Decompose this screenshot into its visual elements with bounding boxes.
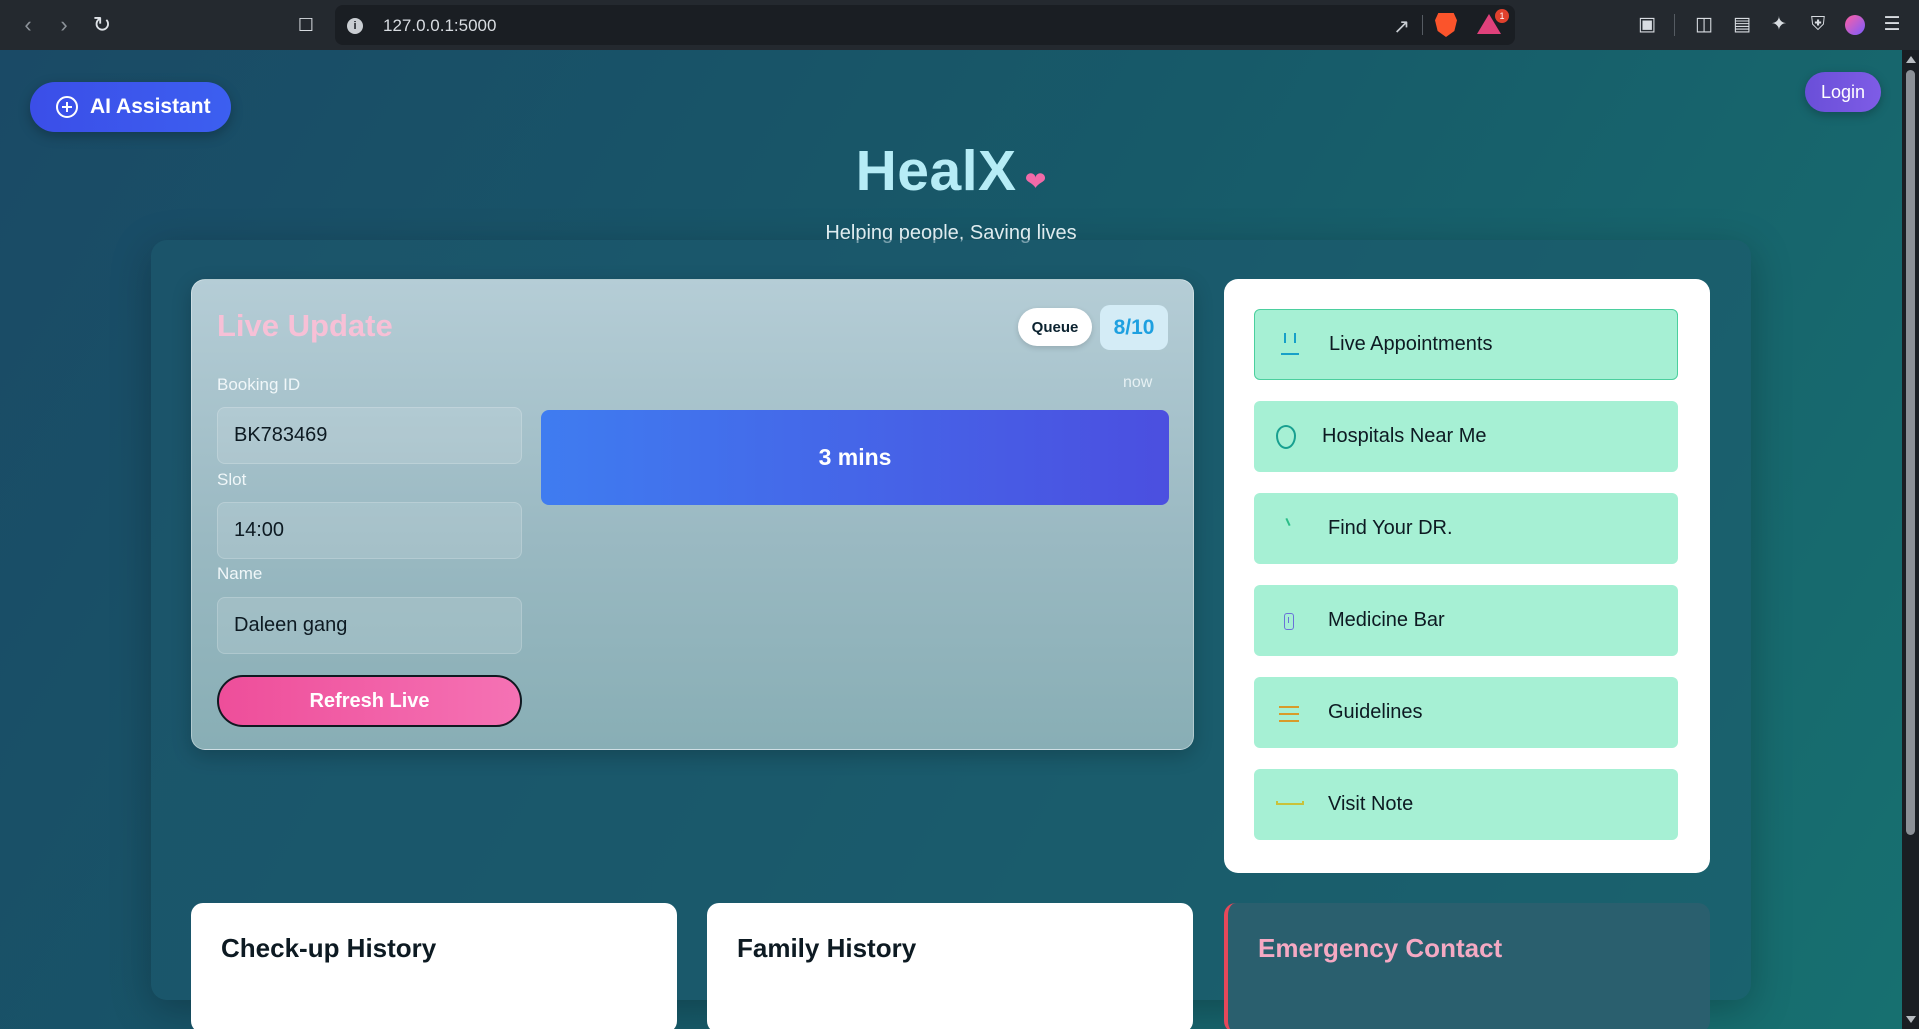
- family-history-card[interactable]: Family History: [707, 903, 1193, 1029]
- toolbar-divider: [1674, 14, 1675, 36]
- ai-assistant-label: AI Assistant: [90, 95, 211, 118]
- url-divider: [1422, 15, 1423, 35]
- back-icon[interactable]: ‹: [16, 13, 40, 37]
- appointments-icon: [1277, 332, 1303, 358]
- menu-item-live-appointments[interactable]: Live Appointments: [1254, 309, 1678, 380]
- brave-shields-icon[interactable]: [1435, 13, 1457, 37]
- queue-label: Queue: [1018, 308, 1092, 346]
- screenshot-icon[interactable]: ▣: [1635, 13, 1659, 37]
- menu-item-label: Medicine Bar: [1328, 609, 1445, 631]
- scroll-up-icon[interactable]: [1906, 56, 1916, 63]
- site-info-icon[interactable]: i: [347, 18, 363, 34]
- slot-field[interactable]: 14:00: [217, 502, 522, 559]
- menu-item-label: Live Appointments: [1329, 333, 1493, 355]
- menu-item-guidelines[interactable]: Guidelines: [1254, 677, 1678, 748]
- eta-display: 3 mins: [541, 410, 1169, 505]
- heart-icon: ❤: [1024, 166, 1047, 197]
- emergency-contact-card[interactable]: Emergency Contact: [1224, 903, 1710, 1029]
- plus-circle-icon: [56, 96, 78, 118]
- brand: HealX ❤: [0, 138, 1902, 204]
- menu-item-find-your-dr[interactable]: Find Your DR.: [1254, 493, 1678, 564]
- login-button[interactable]: Login: [1805, 72, 1881, 112]
- browser-toolbar: ‹ › ↻ ☐ i 127.0.0.1:5000 ↗ 1 ▣ ◫ ▤ ✦ ⛨ ☰: [0, 0, 1919, 50]
- booking-id-label: Booking ID: [217, 375, 301, 394]
- checkup-history-card[interactable]: Check-up History: [191, 903, 677, 1029]
- wallet-icon[interactable]: ▤: [1730, 13, 1754, 37]
- location-pin-icon: [1276, 424, 1296, 449]
- brand-title: HealX: [855, 139, 1017, 203]
- slot-label: Slot: [217, 470, 247, 489]
- forward-icon[interactable]: ›: [52, 13, 76, 37]
- note-icon: [1276, 792, 1304, 818]
- ai-assistant-button[interactable]: AI Assistant: [30, 82, 231, 132]
- emergency-contact-title: Emergency Contact: [1258, 933, 1503, 963]
- list-icon: [1276, 700, 1302, 726]
- menu-item-visit-note[interactable]: Visit Note: [1254, 769, 1678, 840]
- doctor-icon: [1276, 516, 1302, 542]
- profile-avatar-icon[interactable]: [1845, 15, 1865, 35]
- scroll-down-icon[interactable]: [1906, 1016, 1916, 1023]
- menu-item-label: Visit Note: [1328, 793, 1414, 815]
- page-scrollbar[interactable]: [1902, 50, 1919, 1029]
- menu-icon[interactable]: ☰: [1880, 13, 1904, 37]
- url-text[interactable]: 127.0.0.1:5000: [383, 16, 496, 36]
- leo-ai-icon[interactable]: ✦: [1767, 13, 1791, 37]
- vpn-icon[interactable]: ⛨: [1806, 13, 1830, 37]
- booking-id-field[interactable]: BK783469: [217, 407, 522, 464]
- live-update-title: Live Update: [217, 308, 393, 343]
- bookmark-icon[interactable]: ☐: [294, 13, 318, 37]
- scrollbar-thumb[interactable]: [1906, 70, 1915, 835]
- menu-item-hospitals-near-me[interactable]: Hospitals Near Me: [1254, 401, 1678, 472]
- menu-item-medicine-bar[interactable]: Medicine Bar: [1254, 585, 1678, 656]
- sidebar-icon[interactable]: ◫: [1692, 13, 1716, 37]
- menu-item-label: Hospitals Near Me: [1322, 425, 1487, 447]
- medicine-icon: [1276, 608, 1302, 634]
- live-update-card: Live Update Queue 8/10 Booking ID BK7834…: [191, 279, 1194, 750]
- name-field[interactable]: Daleen gang: [217, 597, 522, 654]
- checkup-history-title: Check-up History: [221, 933, 437, 963]
- menu-item-label: Guidelines: [1328, 701, 1423, 723]
- menu-item-label: Find Your DR.: [1328, 517, 1453, 539]
- queue-count: 8/10: [1100, 305, 1168, 350]
- family-history-title: Family History: [737, 933, 917, 963]
- quick-menu-card: Live Appointments Hospitals Near Me Find…: [1224, 279, 1710, 873]
- update-timestamp: now: [1123, 374, 1153, 391]
- share-icon[interactable]: ↗: [1393, 14, 1410, 39]
- rewards-badge: 1: [1495, 9, 1509, 23]
- name-label: Name: [217, 564, 263, 583]
- address-bar[interactable]: i 127.0.0.1:5000 ↗ 1: [335, 5, 1515, 45]
- reload-icon[interactable]: ↻: [90, 13, 114, 37]
- refresh-live-button[interactable]: Refresh Live: [217, 675, 522, 727]
